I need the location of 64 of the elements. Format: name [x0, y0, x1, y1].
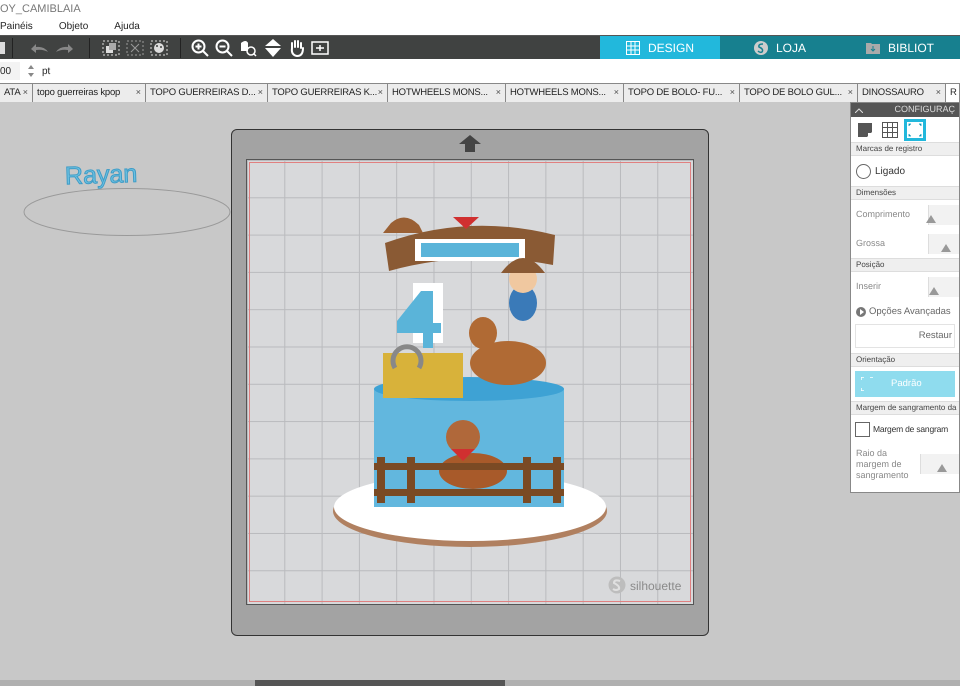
slider-thumb[interactable]: [928, 286, 938, 294]
close-icon[interactable]: ×: [22, 86, 28, 100]
zoom-fit-icon[interactable]: [239, 38, 257, 56]
folder-icon: [866, 40, 880, 54]
section-header: Marcas de registro: [856, 143, 922, 155]
checkbox-label: Margem de sangram: [873, 422, 948, 436]
zoom-in-icon[interactable]: [191, 38, 209, 56]
close-icon[interactable]: ×: [936, 86, 941, 100]
window-title: OY_CAMIBLAIA: [0, 2, 81, 17]
radio-button[interactable]: [856, 164, 871, 178]
move-arrows-icon[interactable]: [263, 38, 283, 56]
collapse-icon[interactable]: [855, 108, 863, 112]
document-tab[interactable]: R: [946, 84, 960, 102]
corners-icon: [861, 377, 873, 391]
close-icon[interactable]: ×: [848, 86, 853, 100]
close-icon[interactable]: ×: [378, 86, 383, 100]
close-icon[interactable]: ×: [258, 86, 263, 100]
menu-item[interactable]: Painéis: [0, 19, 33, 34]
menu-item[interactable]: Objeto: [58, 19, 88, 34]
panel-title: CONFIGURAÇ: [894, 103, 955, 116]
palette-icon[interactable]: [150, 40, 168, 56]
arrow-up-icon[interactable]: [459, 135, 481, 152]
slider-label: Raio da margem de sangramento: [856, 448, 910, 480]
radio-label: Ligado: [875, 164, 906, 178]
slider-track[interactable]: [928, 234, 959, 254]
horizontal-scrollbar[interactable]: [255, 680, 505, 686]
restore-button[interactable]: Restaur: [855, 324, 955, 348]
close-icon[interactable]: ×: [730, 86, 735, 100]
hand-icon[interactable]: [289, 38, 305, 56]
document-icon[interactable]: [0, 40, 6, 54]
group-icon[interactable]: [102, 40, 120, 56]
slider-track[interactable]: [928, 276, 959, 296]
expander-label[interactable]: Opções Avançadas: [869, 304, 951, 320]
grid-icon: [626, 40, 640, 54]
store-icon: [754, 40, 768, 54]
spinner-icon[interactable]: [28, 64, 34, 78]
slider-label: Grossa: [856, 238, 886, 249]
redo-icon[interactable]: [55, 42, 75, 54]
slider-track[interactable]: [920, 454, 959, 474]
section-header: Orientação: [856, 354, 896, 366]
slider-label: Comprimento: [856, 209, 912, 220]
section-header: Margem de sangramento da: [856, 402, 956, 414]
nav-tab[interactable]: BIBLIOT: [840, 36, 960, 59]
section-header: Posição: [856, 259, 884, 271]
slider-label: Inserir: [856, 281, 882, 292]
undo-icon[interactable]: [29, 42, 49, 54]
close-icon[interactable]: ×: [614, 86, 619, 100]
unit-label: pt: [42, 64, 50, 78]
zoom-out-icon[interactable]: [215, 38, 233, 56]
logo-icon: [608, 576, 626, 594]
section-header: Dimensões: [856, 187, 896, 199]
close-icon[interactable]: ×: [496, 86, 501, 100]
slider-track[interactable]: [928, 204, 959, 224]
size-field[interactable]: 00: [0, 62, 20, 80]
checkbox[interactable]: [855, 422, 870, 436]
expander-icon[interactable]: [856, 307, 866, 317]
close-icon[interactable]: ×: [136, 86, 141, 100]
add-box-icon[interactable]: [311, 40, 329, 54]
ungroup-icon[interactable]: [126, 40, 144, 56]
mat-logo-text: silhouette: [630, 578, 682, 595]
slider-thumb[interactable]: [936, 464, 947, 472]
nav-tab[interactable]: LOJA: [720, 36, 840, 59]
menu-item[interactable]: Ajuda: [114, 19, 140, 34]
slider-thumb[interactable]: [926, 214, 936, 222]
